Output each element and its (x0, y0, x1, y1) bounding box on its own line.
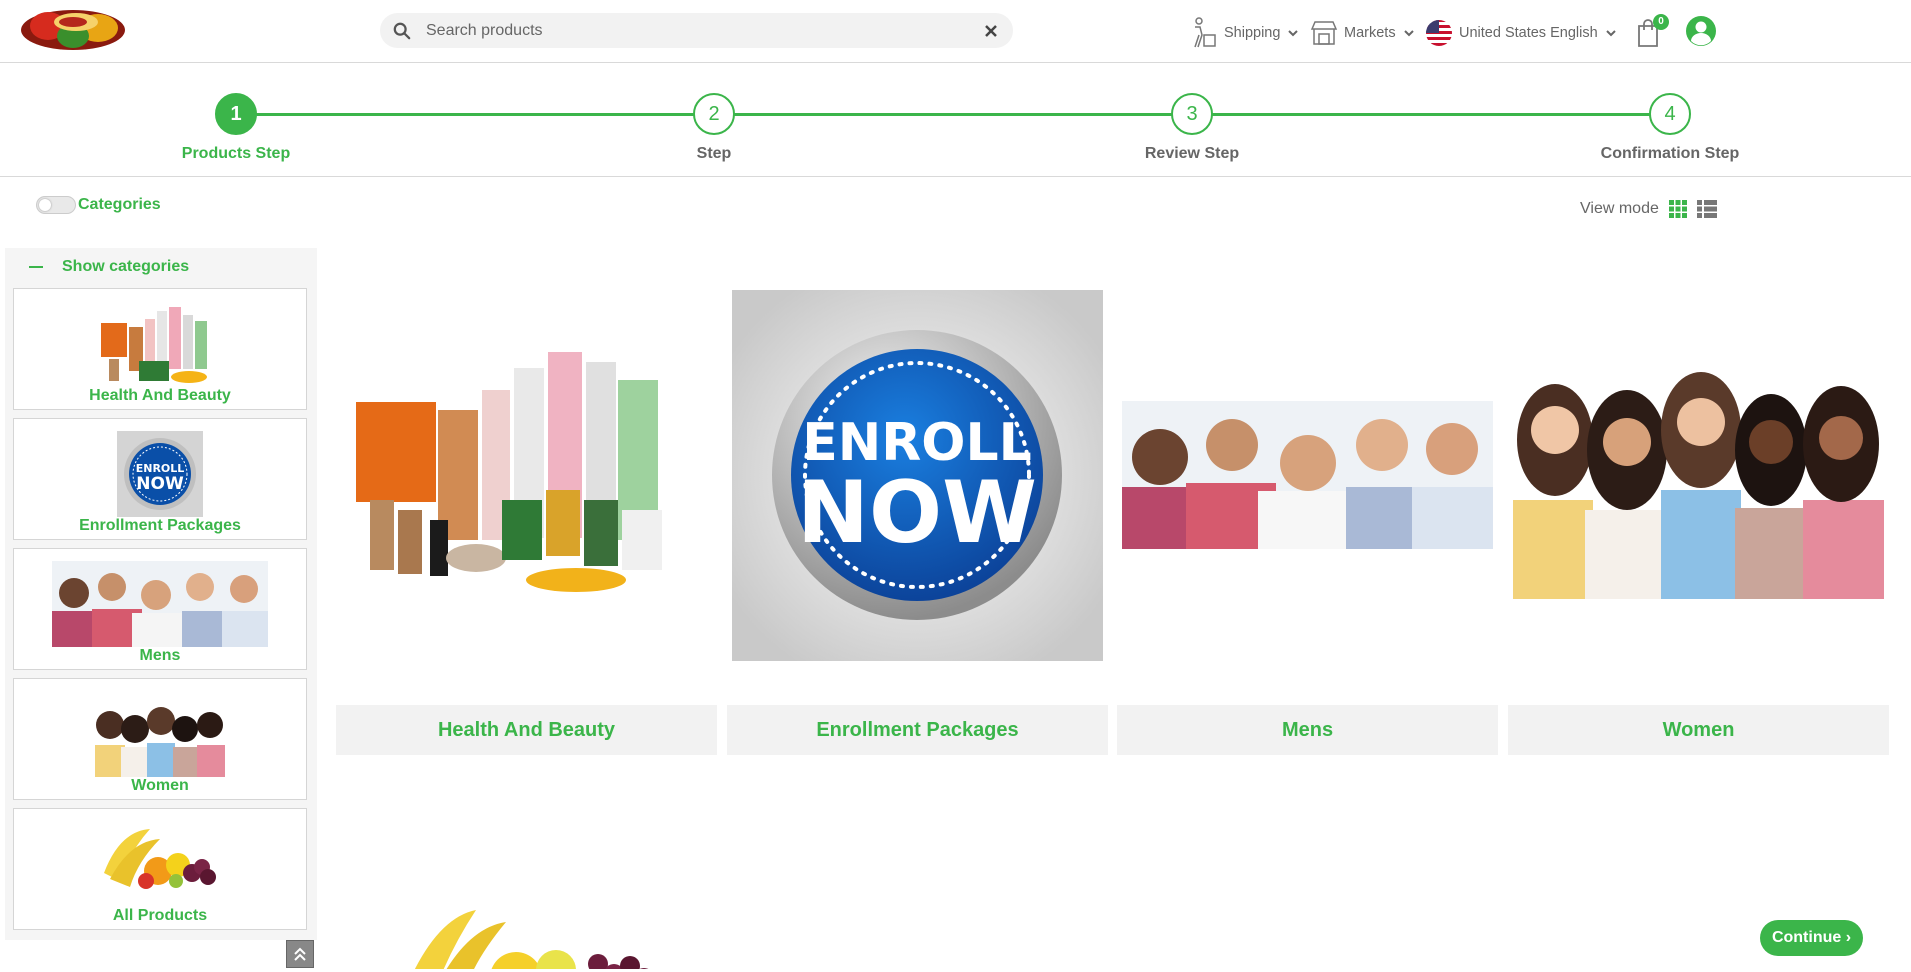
enroll-now-badge-image: ENROLL NOW (732, 290, 1103, 661)
continue-label: Continue (1771, 929, 1842, 946)
category-card-enrollment-packages[interactable]: ENROLL NOW Enrollment Packages (727, 290, 1108, 755)
search-bar (380, 13, 1013, 48)
step-2[interactable]: 2 Step (594, 93, 834, 163)
step-number: 1 (215, 93, 257, 135)
top-header: Shipping Markets United States English (0, 0, 1911, 63)
step-label: Products Step (181, 145, 291, 162)
shipping-icon (1194, 17, 1216, 48)
sidebar-item-women[interactable]: Women (13, 678, 307, 800)
chevron-right-icon: › (1845, 929, 1852, 946)
beauty-products-image (356, 352, 662, 592)
double-chevron-up-icon (294, 947, 306, 961)
sidebar-item-label: Mens (139, 647, 181, 664)
beauty-products-image (101, 307, 207, 383)
chevron-down-icon (1288, 29, 1299, 36)
sidebar-item-label: Health And Beauty (89, 387, 231, 404)
category-card-title: Enrollment Packages (727, 705, 1108, 755)
sidebar-item-label: Women (131, 777, 189, 794)
checkout-steps: 1 Products Step 2 Step 3 Review Step 4 C… (0, 63, 1911, 177)
steps-progress-line (236, 113, 1670, 116)
step-products[interactable]: 1 Products Step (116, 93, 356, 163)
cart-button[interactable]: 0 (1635, 14, 1669, 48)
step-number: 4 (1649, 93, 1691, 135)
chevron-down-icon (1605, 29, 1616, 36)
language-dropdown[interactable]: United States English (1425, 16, 1616, 50)
user-icon (1686, 16, 1716, 46)
markets-dropdown[interactable]: Markets (1310, 16, 1414, 50)
women-group-image (1513, 350, 1884, 599)
category-card-health-and-beauty[interactable]: Health And Beauty (336, 290, 717, 755)
fruits-image (104, 829, 216, 889)
minus-icon (29, 266, 43, 268)
step-confirmation[interactable]: 4 Confirmation Step (1550, 93, 1790, 163)
cart-count-badge: 0 (1653, 14, 1669, 30)
categories-switch[interactable] (36, 196, 76, 214)
enroll-now-badge-image: ENROLL NOW (117, 431, 203, 517)
view-mode: View mode (1580, 200, 1717, 218)
mens-group-image (52, 561, 268, 647)
shipping-dropdown[interactable]: Shipping (1190, 16, 1299, 50)
sidebar-item-enrollment-packages[interactable]: ENROLL NOW Enrollment Packages (13, 418, 307, 540)
category-card-all-products[interactable] (336, 900, 717, 969)
search-icon[interactable] (393, 22, 411, 40)
continue-button[interactable]: Continue › (1760, 920, 1863, 956)
shipping-label: Shipping (1224, 25, 1281, 41)
category-sidebar: Show categories Health And Beauty ENROLL… (5, 248, 317, 940)
step-label: Step (696, 145, 732, 162)
search-input[interactable] (426, 21, 983, 40)
mens-group-image (1122, 401, 1493, 549)
market-icon (1310, 21, 1338, 45)
sidebar-item-all-products[interactable]: All Products (13, 808, 307, 930)
categories-toggle-label: Categories (78, 196, 161, 213)
show-categories-toggle[interactable]: Show categories (29, 258, 189, 276)
category-card-mens[interactable]: Mens (1117, 290, 1498, 755)
grid-view-icon[interactable] (1668, 200, 1687, 218)
show-categories-label: Show categories (62, 258, 190, 275)
logo[interactable] (18, 2, 128, 52)
scroll-to-top-button[interactable] (286, 940, 314, 968)
language-label: United States English (1459, 25, 1598, 41)
list-view-icon[interactable] (1696, 200, 1717, 218)
now-text: NOW (136, 474, 184, 494)
women-group-image (95, 691, 225, 777)
category-card-title: Health And Beauty (336, 705, 717, 755)
fruits-image (414, 910, 649, 969)
markets-label: Markets (1344, 25, 1396, 41)
step-label: Review Step (1144, 145, 1240, 162)
step-review[interactable]: 3 Review Step (1072, 93, 1312, 163)
view-mode-label: View mode (1580, 200, 1659, 217)
categories-toggle[interactable]: Categories (36, 196, 161, 214)
step-number: 3 (1171, 93, 1213, 135)
sidebar-item-label: Enrollment Packages (79, 517, 241, 534)
category-card-title: Women (1508, 705, 1889, 755)
chevron-down-icon (1403, 29, 1414, 36)
user-account-button[interactable] (1685, 15, 1717, 47)
clear-icon[interactable] (983, 23, 999, 39)
category-card-women[interactable]: Women (1508, 290, 1889, 755)
step-number: 2 (693, 93, 735, 135)
step-label: Confirmation Step (1600, 145, 1740, 162)
us-flag-icon (1426, 20, 1452, 46)
category-card-title: Mens (1117, 705, 1498, 755)
now-text: NOW (797, 463, 1037, 563)
sidebar-item-health-and-beauty[interactable]: Health And Beauty (13, 288, 307, 410)
sidebar-item-label: All Products (112, 907, 208, 924)
sidebar-item-mens[interactable]: Mens (13, 548, 307, 670)
